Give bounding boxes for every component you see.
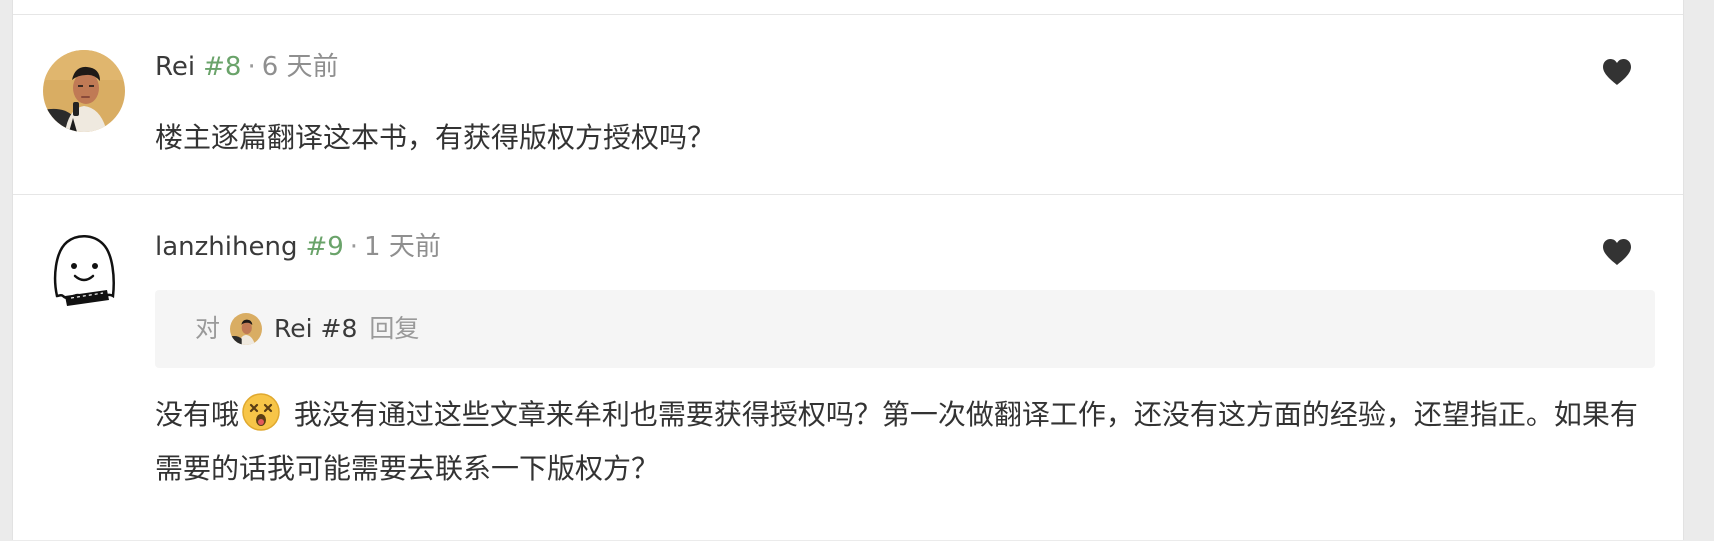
- meta-separator: ·: [349, 232, 359, 262]
- dizzy-face-emoji-icon: [241, 392, 281, 432]
- reply-suffix: 回复: [369, 314, 420, 343]
- floor-link[interactable]: #9: [305, 232, 343, 262]
- heart-icon[interactable]: [1601, 237, 1633, 267]
- comment-meta: Rei #8 · 6 天前: [155, 50, 339, 84]
- reply-prefix: 对: [195, 314, 221, 343]
- comments-panel: Rei #8 · 6 天前 楼主逐篇翻译这本书，有获得版权方授权吗？ lanzhihe…: [12, 0, 1684, 540]
- user-avatar[interactable]: [43, 230, 125, 312]
- author-name[interactable]: Rei: [155, 52, 195, 82]
- comment-body: 楼主逐篇翻译这本书，有获得版权方授权吗？: [155, 121, 716, 154]
- floor-link[interactable]: #8: [203, 52, 241, 82]
- comment-item: Rei #8 · 6 天前 楼主逐篇翻译这本书，有获得版权方授权吗？: [13, 15, 1683, 193]
- timestamp: 6 天前: [261, 52, 339, 82]
- heart-icon[interactable]: [1601, 57, 1633, 87]
- reply-reference[interactable]: 对 Rei #8 回复: [155, 290, 1655, 368]
- comment-text-start: 没有哦: [155, 398, 240, 431]
- user-avatar[interactable]: [43, 50, 125, 132]
- timestamp: 1 天前: [364, 232, 441, 262]
- reply-target-avatar[interactable]: [230, 313, 263, 345]
- author-name[interactable]: lanzhiheng: [155, 232, 297, 262]
- comment-meta: lanzhiheng #9 · 1 天前: [155, 230, 441, 264]
- comment-body: 没有哦 我没有通过这些文章来牟利也需要获得授权吗？第一次做翻译工作，还没有这方面…: [155, 388, 1660, 496]
- comment-item: lanzhiheng #9 · 1 天前 对 Rei #8 回复 没有哦 我没有…: [13, 194, 1683, 541]
- meta-separator: ·: [247, 52, 256, 82]
- reply-target-link[interactable]: Rei #8: [274, 311, 357, 347]
- comment-text-end: 我没有通过这些文章来牟利也需要获得授权吗？第一次做翻译工作，还没有这方面的经验，…: [155, 398, 1638, 485]
